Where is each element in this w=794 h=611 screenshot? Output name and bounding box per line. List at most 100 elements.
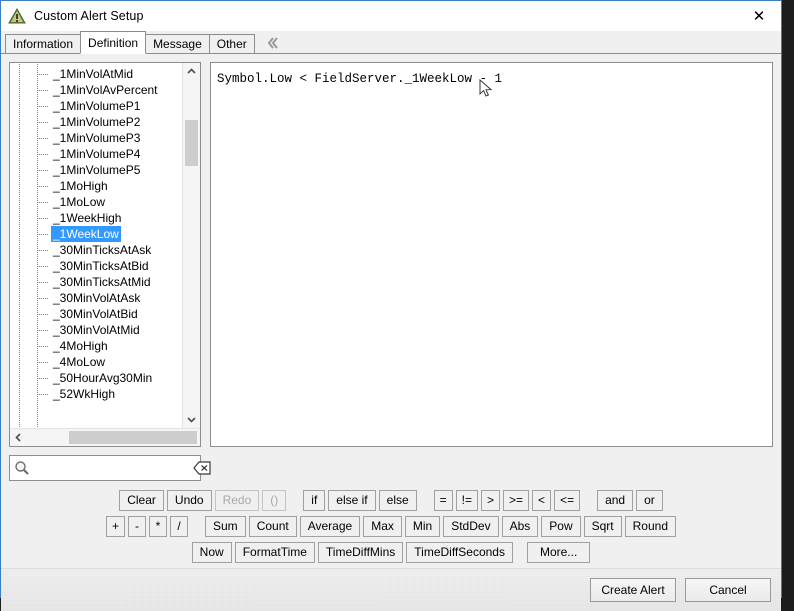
tree-item[interactable]: _1MinVolumeP3 bbox=[10, 130, 182, 146]
panels-row: _1MinVolAtMid _1MinVolAvPercent _1MinVolum… bbox=[9, 62, 773, 447]
tree-horizontal-scrollbar[interactable] bbox=[10, 428, 200, 446]
field-tree-inner: _1MinVolAtMid _1MinVolAvPercent _1MinVolum… bbox=[10, 63, 200, 428]
toolbar-button-[interactable]: / bbox=[170, 516, 188, 537]
tree-elbow-line bbox=[37, 314, 49, 315]
tree-hscroll-track[interactable] bbox=[27, 429, 197, 446]
tab-definition[interactable]: Definition bbox=[80, 31, 147, 54]
tree-item[interactable]: _30MinVolAtAsk bbox=[10, 290, 182, 306]
tree-item[interactable]: _1MinVolAtMid bbox=[10, 66, 182, 82]
toolbar-button-round[interactable]: Round bbox=[624, 516, 676, 537]
warning-triangle-icon bbox=[8, 7, 26, 25]
tree-elbow-line bbox=[37, 378, 49, 379]
toolbar-button-[interactable]: - bbox=[128, 516, 146, 537]
tree-item[interactable]: _52WkHigh bbox=[10, 386, 182, 402]
tree-vscroll-thumb[interactable] bbox=[185, 120, 198, 166]
tree-item[interactable]: _1MinVolAvPercent bbox=[10, 82, 182, 98]
tree-vscroll-track[interactable] bbox=[183, 80, 200, 411]
field-tree-list[interactable]: _1MinVolAtMid _1MinVolAvPercent _1MinVolum… bbox=[10, 63, 182, 428]
toolbar-button-min[interactable]: Min bbox=[404, 516, 441, 537]
tree-item-label: _1MinVolAvPercent bbox=[53, 83, 158, 97]
toolbar-button-average[interactable]: Average bbox=[299, 516, 361, 537]
tab-other[interactable]: Other bbox=[208, 34, 255, 53]
tree-item[interactable]: _1WeekLow bbox=[10, 226, 182, 242]
tree-item[interactable]: _1MinVolumeP2 bbox=[10, 114, 182, 130]
tree-elbow-line bbox=[37, 234, 49, 235]
tree-item[interactable]: _4MoLow bbox=[10, 354, 182, 370]
toolbar-button-: () bbox=[262, 490, 287, 511]
toolbar-button-sum[interactable]: Sum bbox=[205, 516, 246, 537]
chevron-up-icon[interactable] bbox=[183, 63, 200, 80]
toolbar-row-time: Now FormatTime TimeDiffMins TimeDiffSeconds… bbox=[191, 542, 591, 563]
toolbar-row-math: + - * / Sum Count Average Max Min StdDev Abs Pow Sqr… bbox=[105, 516, 676, 537]
tree-item[interactable]: _1WeekHigh bbox=[10, 210, 182, 226]
tree-item[interactable]: _4MoHigh bbox=[10, 338, 182, 354]
toolbar-button-stddev[interactable]: StdDev bbox=[443, 516, 499, 537]
toolbar-button-or[interactable]: or bbox=[636, 490, 663, 511]
tree-item[interactable]: _30MinTicksAtMid bbox=[10, 274, 182, 290]
toolbar-button-more[interactable]: More... bbox=[526, 542, 591, 563]
toolbar-button-[interactable]: + bbox=[105, 516, 125, 537]
magnifier-icon[interactable] bbox=[14, 458, 30, 478]
toolbar-button-clear[interactable]: Clear bbox=[119, 490, 164, 511]
double-chevron-left-icon[interactable] bbox=[264, 34, 282, 52]
tree-item-label: _1WeekLow bbox=[51, 226, 121, 242]
tree-item[interactable]: _1MinVolumeP5 bbox=[10, 162, 182, 178]
search-input[interactable] bbox=[30, 461, 193, 475]
toolbar-button-[interactable]: > bbox=[481, 490, 501, 511]
toolbar-button-if[interactable]: if bbox=[303, 490, 326, 511]
toolbar-button-else-if[interactable]: else if bbox=[328, 490, 376, 511]
toolbar-button-now[interactable]: Now bbox=[191, 542, 232, 563]
toolbar-button-sqrt[interactable]: Sqrt bbox=[583, 516, 622, 537]
tree-item[interactable]: _1MinVolumeP1 bbox=[10, 98, 182, 114]
close-icon[interactable]: ✕ bbox=[737, 1, 781, 30]
cancel-button[interactable]: Cancel bbox=[685, 578, 771, 602]
toolbar-button-max[interactable]: Max bbox=[363, 516, 402, 537]
create-alert-button[interactable]: Create Alert bbox=[590, 578, 676, 602]
toolbar-button-[interactable]: <= bbox=[554, 490, 581, 511]
window-title: Custom Alert Setup bbox=[34, 9, 144, 23]
tree-item[interactable]: _30MinVolAtBid bbox=[10, 306, 182, 322]
field-tree-panel: _1MinVolAtMid _1MinVolAvPercent _1MinVolum… bbox=[9, 62, 201, 447]
tree-item-label: _1MinVolumeP5 bbox=[53, 163, 141, 177]
toolbar-button-pow[interactable]: Pow bbox=[541, 516, 581, 537]
tree-item[interactable]: _30MinVolAtMid bbox=[10, 322, 182, 338]
tree-elbow-line bbox=[37, 250, 49, 251]
toolbar-button-[interactable]: >= bbox=[503, 490, 530, 511]
formula-editor[interactable]: Symbol.Low < FieldServer._1WeekLow - 1 bbox=[210, 62, 773, 447]
tree-item-label: _52WkHigh bbox=[53, 387, 116, 401]
tree-elbow-line bbox=[37, 74, 49, 75]
toolbar-button-count[interactable]: Count bbox=[248, 516, 297, 537]
toolbar-button-undo[interactable]: Undo bbox=[166, 490, 212, 511]
tree-elbow-line bbox=[37, 138, 49, 139]
tree-item[interactable]: _1MoHigh bbox=[10, 178, 182, 194]
toolbar-button-[interactable]: * bbox=[149, 516, 167, 537]
toolbar-button-[interactable]: != bbox=[455, 490, 479, 511]
tab-information[interactable]: Information bbox=[5, 34, 82, 53]
tree-item[interactable]: _50HourAvg30Min bbox=[10, 370, 182, 386]
toolbar-button-else[interactable]: else bbox=[378, 490, 417, 511]
chevron-left-icon[interactable] bbox=[10, 429, 27, 446]
clear-backspace-icon[interactable] bbox=[193, 458, 211, 478]
tree-elbow-line bbox=[37, 394, 49, 395]
tree-item-label: _1MoHigh bbox=[53, 179, 108, 193]
toolbar-button-formattime[interactable]: FormatTime bbox=[234, 542, 315, 563]
toolbar-button-timediffmins[interactable]: TimeDiffMins bbox=[317, 542, 404, 563]
toolbar-button-timediffseconds[interactable]: TimeDiffSeconds bbox=[406, 542, 513, 563]
tree-item-label: _1MinVolumeP1 bbox=[53, 99, 141, 113]
tree-hscroll-thumb[interactable] bbox=[69, 431, 197, 444]
tree-vertical-scrollbar[interactable] bbox=[182, 63, 200, 428]
tree-item[interactable]: _30MinTicksAtBid bbox=[10, 258, 182, 274]
toolbar-button-abs[interactable]: Abs bbox=[501, 516, 539, 537]
toolbar-button-[interactable]: = bbox=[433, 490, 453, 511]
chevron-down-icon[interactable] bbox=[183, 411, 200, 428]
tab-message[interactable]: Message bbox=[145, 34, 210, 53]
toolbar-button-[interactable]: < bbox=[532, 490, 552, 511]
tree-elbow-line bbox=[37, 346, 49, 347]
toolbar-button-and[interactable]: and bbox=[597, 490, 634, 511]
field-search-box[interactable] bbox=[9, 455, 211, 481]
tree-item[interactable]: _30MinTicksAtAsk bbox=[10, 242, 182, 258]
tree-item[interactable]: _1MoLow bbox=[10, 194, 182, 210]
toolbar-button-redo: Redo bbox=[214, 490, 260, 511]
tree-elbow-line bbox=[37, 266, 49, 267]
tree-item[interactable]: _1MinVolumeP4 bbox=[10, 146, 182, 162]
